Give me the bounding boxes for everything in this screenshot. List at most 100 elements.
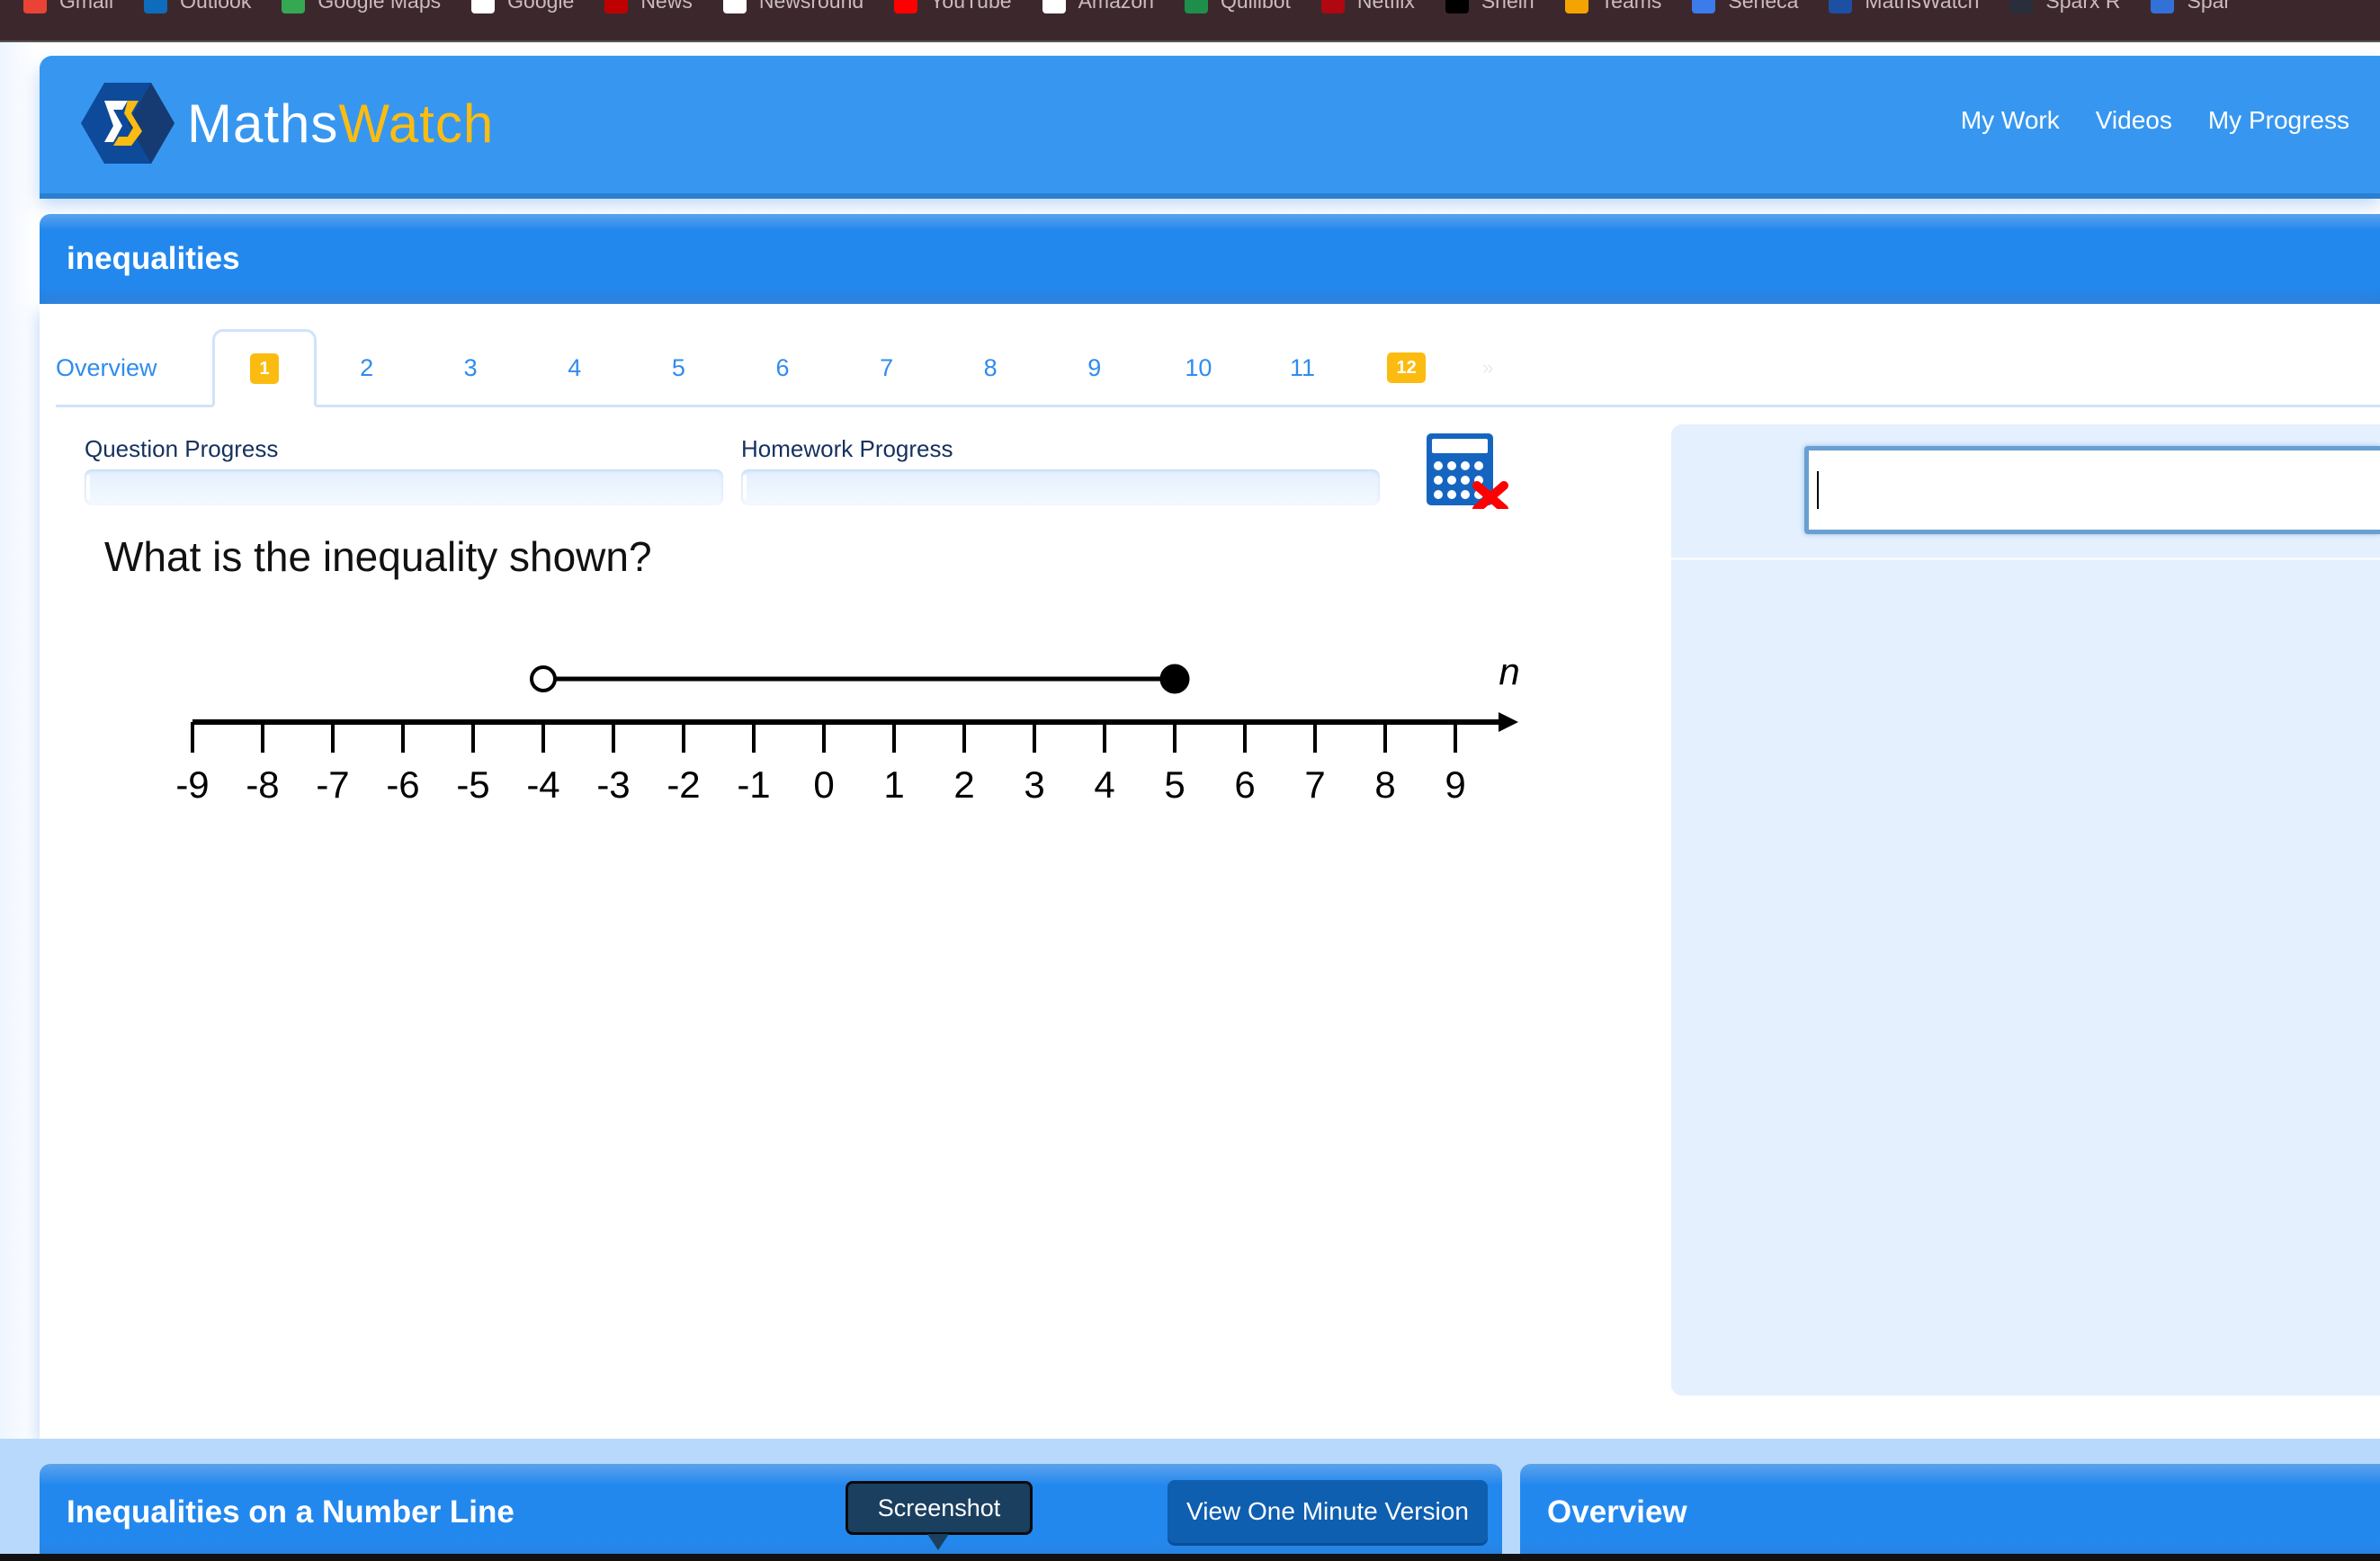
question-tabs: Overview « 123456789101112» (56, 329, 2380, 407)
bookmark-spar[interactable]: Spar (2151, 0, 2231, 13)
tab-next-arrow[interactable]: » (1474, 331, 1501, 405)
axis-arrowhead (1499, 712, 1518, 732)
gmail-icon (23, 0, 47, 13)
tick-label: -1 (737, 763, 770, 806)
tab-question-10[interactable]: 10 (1171, 331, 1225, 405)
tab-question-1[interactable]: 1 (212, 329, 317, 407)
tab-label: 2 (360, 353, 374, 381)
tab-overview[interactable]: Overview (56, 331, 164, 405)
logo-watch-text: Watch (338, 93, 495, 154)
site-header: MathsWatch My Work Videos My Progress (40, 56, 2380, 193)
homework-progress-bar (741, 469, 1380, 505)
teams-icon (1564, 0, 1588, 13)
bookmark-sparx-r[interactable]: Sparx R (2009, 0, 2120, 13)
text-caret (1817, 471, 1819, 509)
newsround-icon (722, 0, 747, 13)
bookmark-mathswatch[interactable]: MathsWatch (1829, 0, 1979, 13)
bookmark-label: Netflix (1356, 0, 1415, 13)
question-progress-label: Question Progress (85, 435, 279, 462)
bookmark-label: Sparx R (2045, 0, 2121, 13)
screenshot-tooltip: Screenshot (846, 1481, 1033, 1550)
tab-question-11[interactable]: 11 (1275, 331, 1329, 405)
tab-label: 7 (880, 353, 894, 381)
left-endpoint-open-circle (530, 665, 557, 692)
bookmark-label: Google Maps (318, 0, 442, 13)
mathswatch-logo-icon (81, 83, 174, 164)
question-card: Overview « 123456789101112» Question Pro… (40, 304, 2380, 1439)
bookmark-gmail[interactable]: Gmail (23, 0, 113, 13)
tick-label: 9 (1445, 763, 1465, 806)
bookmark-label: Teams (1600, 0, 1662, 13)
answer-input[interactable] (1804, 446, 2380, 534)
bookmark-label: Newsround (758, 0, 864, 13)
tick-label: 0 (813, 763, 834, 806)
google-maps-icon (282, 0, 306, 13)
nav-my-work[interactable]: My Work (1961, 106, 2060, 135)
mathswatch-logo[interactable]: MathsWatch (81, 81, 494, 165)
overview-title-bar: Overview (1520, 1464, 2380, 1561)
bookmark-newsround[interactable]: Newsround (722, 0, 864, 13)
bookmark-google[interactable]: Google (471, 0, 574, 13)
overview-title: Overview (1547, 1494, 1687, 1530)
tab-question-12[interactable]: 12 (1380, 331, 1434, 405)
tick-label: -5 (456, 763, 489, 806)
bookmark-amazon[interactable]: Amazon (1042, 0, 1154, 13)
main-nav: My Work Videos My Progress (1961, 106, 2349, 135)
tab-label: 10 (1185, 353, 1212, 381)
tab-label: 4 (568, 353, 582, 381)
window-bottom-edge (0, 1554, 2380, 1561)
tab-question-5[interactable]: 5 (651, 331, 705, 405)
number-line-diagram: -9 -8 -7 -6 -5 -4 -3 -2 -1 0 1 2 3 4 5 6 7 8 9 n (175, 650, 1519, 806)
tick-label: -6 (386, 763, 419, 806)
nav-videos[interactable]: Videos (2096, 106, 2172, 135)
tab-question-2[interactable]: 2 (340, 331, 394, 405)
tab-question-6[interactable]: 6 (756, 331, 810, 405)
tab-question-8[interactable]: 8 (963, 331, 1017, 405)
tab-label: 1 (250, 352, 279, 384)
bookmark-google-maps[interactable]: Google Maps (282, 0, 441, 13)
bookmark-youtube[interactable]: YouTube (894, 0, 1012, 13)
amazon-icon (1042, 0, 1066, 13)
tab-question-3[interactable]: 3 (443, 331, 497, 405)
mathswatch-icon (1829, 0, 1853, 13)
tab-label: 9 (1087, 353, 1102, 381)
variable-label: n (1499, 650, 1519, 692)
bookmark-outlook[interactable]: Outlook (144, 0, 251, 13)
tab-question-4[interactable]: 4 (548, 331, 602, 405)
question-text: What is the inequality shown? (104, 533, 652, 580)
bookmarks-bar: Gmail Outlook Google Maps Google News Newsrou… (0, 0, 2380, 42)
bookmark-quillbot[interactable]: Quillbot (1184, 0, 1291, 13)
news-icon (604, 0, 629, 13)
sparx-reader-icon (2009, 0, 2034, 13)
tab-label: 11 (1289, 353, 1316, 381)
bookmark-teams[interactable]: Teams (1564, 0, 1662, 13)
calculator-not-allowed-icon[interactable] (1425, 432, 1509, 509)
bookmark-shein[interactable]: Shein (1445, 0, 1534, 13)
tab-label: 12 (1387, 352, 1426, 383)
seneca-icon (1692, 0, 1716, 13)
tick-label: 3 (1024, 763, 1044, 806)
tick-label: 5 (1164, 763, 1185, 806)
bookmark-label: Quillbot (1220, 0, 1291, 13)
tab-question-7[interactable]: 7 (860, 331, 914, 405)
quillbot-icon (1184, 0, 1208, 13)
bookmark-news[interactable]: News (604, 0, 693, 13)
homework-title-bar: inequalities (40, 214, 2380, 304)
tab-label: 6 (775, 353, 790, 381)
bookmark-label: Google (507, 0, 575, 13)
nav-my-progress[interactable]: My Progress (2208, 106, 2349, 135)
outlook-icon (144, 0, 168, 13)
homework-progress-fill (743, 475, 747, 500)
tab-label: 5 (671, 353, 685, 381)
view-one-minute-version-button[interactable]: View One Minute Version (1168, 1480, 1488, 1543)
homework-progress-label: Homework Progress (741, 435, 953, 462)
video-title: Inequalities on a Number Line (67, 1494, 514, 1530)
tab-question-9[interactable]: 9 (1068, 331, 1122, 405)
bookmark-label: YouTube (930, 0, 1012, 13)
tick-label: -2 (667, 763, 700, 806)
bookmark-seneca[interactable]: Seneca (1692, 0, 1798, 13)
bookmark-label: Amazon (1078, 0, 1154, 13)
tab-label: 3 (463, 353, 478, 381)
bookmark-label: News (640, 0, 693, 13)
bookmark-netflix[interactable]: Netflix (1320, 0, 1415, 13)
